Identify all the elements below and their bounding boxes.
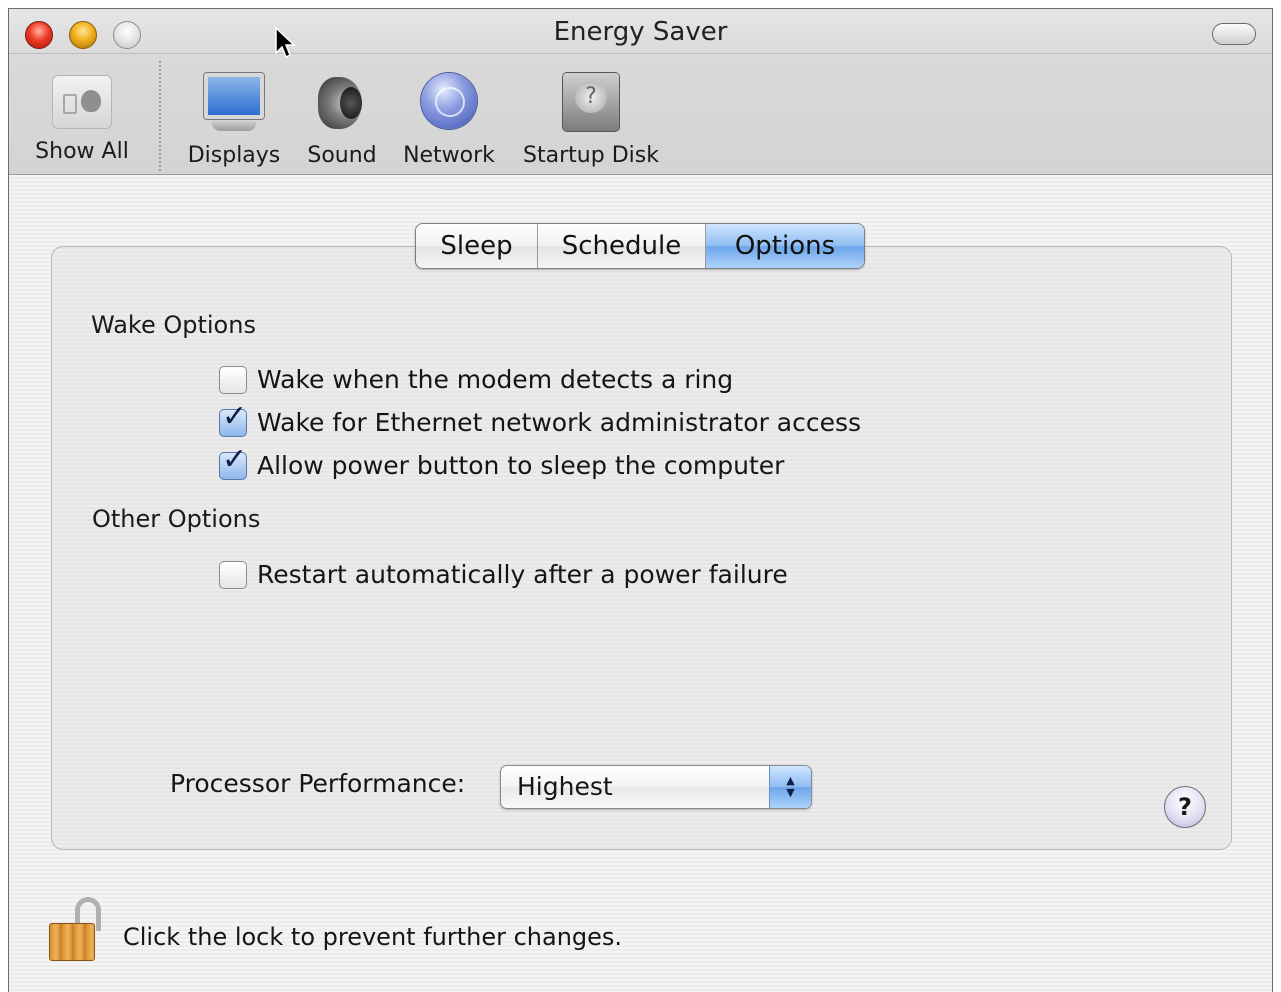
toolbar-network[interactable]: Network (397, 69, 501, 168)
wake-modem-ring-checkbox[interactable] (219, 365, 247, 394)
lock-body (49, 923, 95, 961)
checkbox-label: Wake for Ethernet network administrator … (257, 408, 862, 437)
toolbar-sound[interactable]: Sound (297, 69, 387, 168)
toolbar-startup-disk[interactable]: Startup Disk (517, 69, 665, 168)
toolbar-label: Startup Disk (523, 143, 659, 168)
checkbox-label: Allow power button to sleep the computer (257, 451, 785, 480)
wake-ethernet-checkbox[interactable]: ✓ (219, 401, 247, 437)
updown-arrows-icon: ▲ ▼ (769, 766, 811, 808)
toolbar-show-all[interactable]: Show All (27, 69, 137, 164)
tab-options[interactable]: Options (706, 224, 864, 268)
display-icon (202, 69, 266, 133)
power-button-sleep-checkbox[interactable]: ✓ (219, 444, 247, 480)
tab-bar: Sleep Schedule Options (415, 223, 865, 269)
wake-options-heading: Wake Options (91, 311, 256, 339)
toolbar-label: Show All (35, 139, 129, 164)
toolbar-label: Network (403, 143, 495, 168)
processor-performance-select[interactable]: Highest ▲ ▼ (500, 765, 812, 809)
mouse-pointer-icon (275, 27, 296, 59)
wake-ethernet-option[interactable]: ✓ Wake for Ethernet network administrato… (219, 401, 862, 437)
toolbar-label: Displays (187, 143, 281, 168)
wake-modem-ring-option[interactable]: Wake when the modem detects a ring (219, 365, 733, 394)
speaker-icon (310, 69, 374, 133)
power-button-sleep-option[interactable]: ✓ Allow power button to sleep the comput… (219, 444, 785, 480)
window-title: Energy Saver (553, 17, 728, 47)
energy-saver-window: Energy Saver Show All Displays Sound Net… (8, 8, 1273, 992)
hard-disk-icon (559, 69, 623, 133)
apple-grid-icon (52, 75, 112, 129)
other-options-heading: Other Options (92, 505, 261, 533)
toolbar-label: Sound (307, 143, 377, 168)
tab-schedule[interactable]: Schedule (538, 224, 706, 268)
processor-performance-value: Highest (517, 772, 613, 801)
checkmark-icon: ✓ (222, 398, 248, 434)
toolbar-separator (159, 61, 161, 171)
titlebar: Energy Saver Show All Displays Sound Net… (9, 9, 1272, 175)
restart-after-power-failure-option[interactable]: Restart automatically after a power fail… (219, 560, 788, 589)
checkbox-label: Restart automatically after a power fail… (257, 560, 788, 589)
lock-icon[interactable] (49, 897, 105, 963)
toolbar-toggle-button[interactable] (1212, 23, 1256, 45)
processor-performance-label: Processor Performance: (170, 769, 466, 798)
checkmark-icon: ✓ (222, 441, 248, 477)
toolbar-displays[interactable]: Displays (179, 69, 289, 168)
tab-sleep[interactable]: Sleep (416, 224, 538, 268)
lock-status-text: Click the lock to prevent further change… (123, 923, 623, 951)
restart-after-power-failure-checkbox[interactable] (219, 560, 247, 589)
help-button[interactable]: ? (1164, 786, 1206, 828)
checkbox-label: Wake when the modem detects a ring (257, 365, 734, 394)
globe-icon (417, 69, 481, 133)
